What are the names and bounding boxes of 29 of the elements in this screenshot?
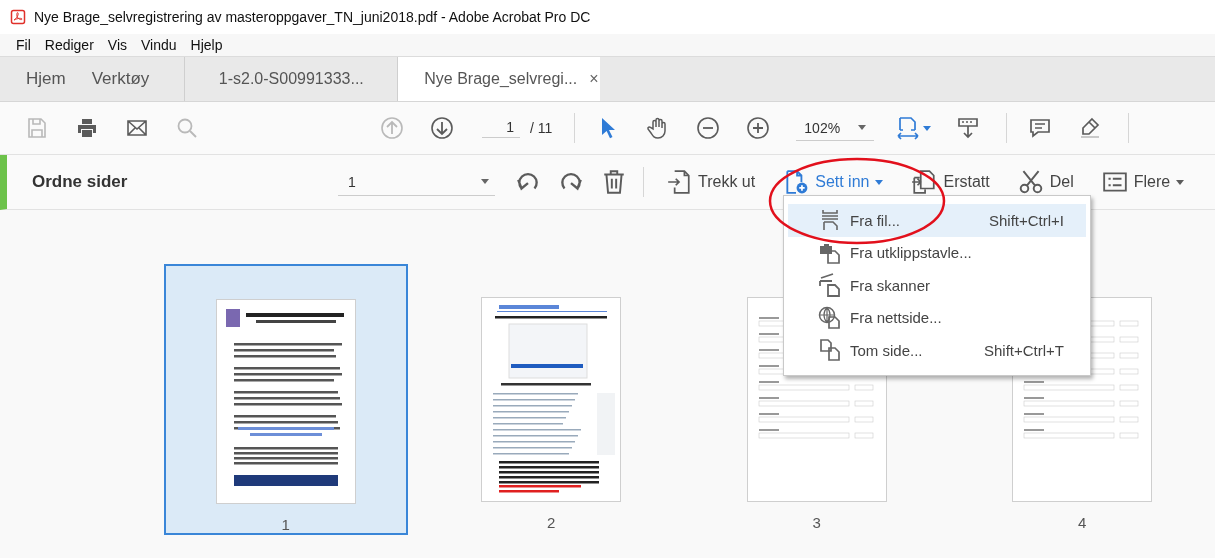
page-number-field[interactable]: 1 — [482, 118, 520, 138]
page-range-dropdown[interactable]: 1 — [338, 168, 495, 196]
page-number: 4 — [1078, 514, 1087, 531]
page-number: 3 — [812, 514, 821, 531]
menu-item[interactable]: Vis — [107, 37, 127, 53]
menu-item[interactable]: Rediger — [44, 37, 94, 53]
menu-item[interactable]: Vindu — [141, 37, 177, 53]
page-number: 2 — [547, 514, 556, 531]
panel-title: Ordne sider — [32, 172, 129, 192]
toolbar-button[interactable]: Del — [1011, 166, 1080, 198]
menu-item[interactable]: Tom side... Shift+Ctrl+T — [788, 334, 1086, 367]
menu-item[interactable]: Fra skanner — [788, 269, 1086, 302]
toolbar-button[interactable]: Flere — [1095, 166, 1191, 198]
toolbar-button[interactable]: Trekk ut — [660, 166, 762, 198]
zoom-dropdown[interactable]: 102% — [796, 115, 875, 141]
toolbar-button[interactable]: Sett inn — [777, 166, 890, 198]
menu-item[interactable]: Fra utklippstavle... — [788, 236, 1086, 269]
menu-item[interactable]: Fra nettside... — [788, 301, 1086, 334]
tab[interactable]: Hjem — [0, 57, 79, 101]
page-number: 1 — [281, 516, 290, 533]
toolbar-button[interactable]: Erstatt — [905, 166, 996, 198]
close-button[interactable]: × — [589, 70, 599, 88]
menu-item[interactable]: Fra fil... Shift+Ctrl+I — [788, 204, 1086, 237]
window-title: Nye Brage_selvregistrering av masteroppgaver_TN_juni2018.pdf - Adobe Acrobat Pro DC — [34, 9, 591, 25]
page-count: / 11 — [530, 120, 553, 136]
tab[interactable]: Verktøy — [78, 57, 185, 101]
menu-item[interactable]: Fil — [16, 37, 31, 53]
tab[interactable]: Nye Brage_selvregi... × — [397, 57, 601, 101]
menu-item[interactable]: Hjelp — [190, 37, 223, 53]
